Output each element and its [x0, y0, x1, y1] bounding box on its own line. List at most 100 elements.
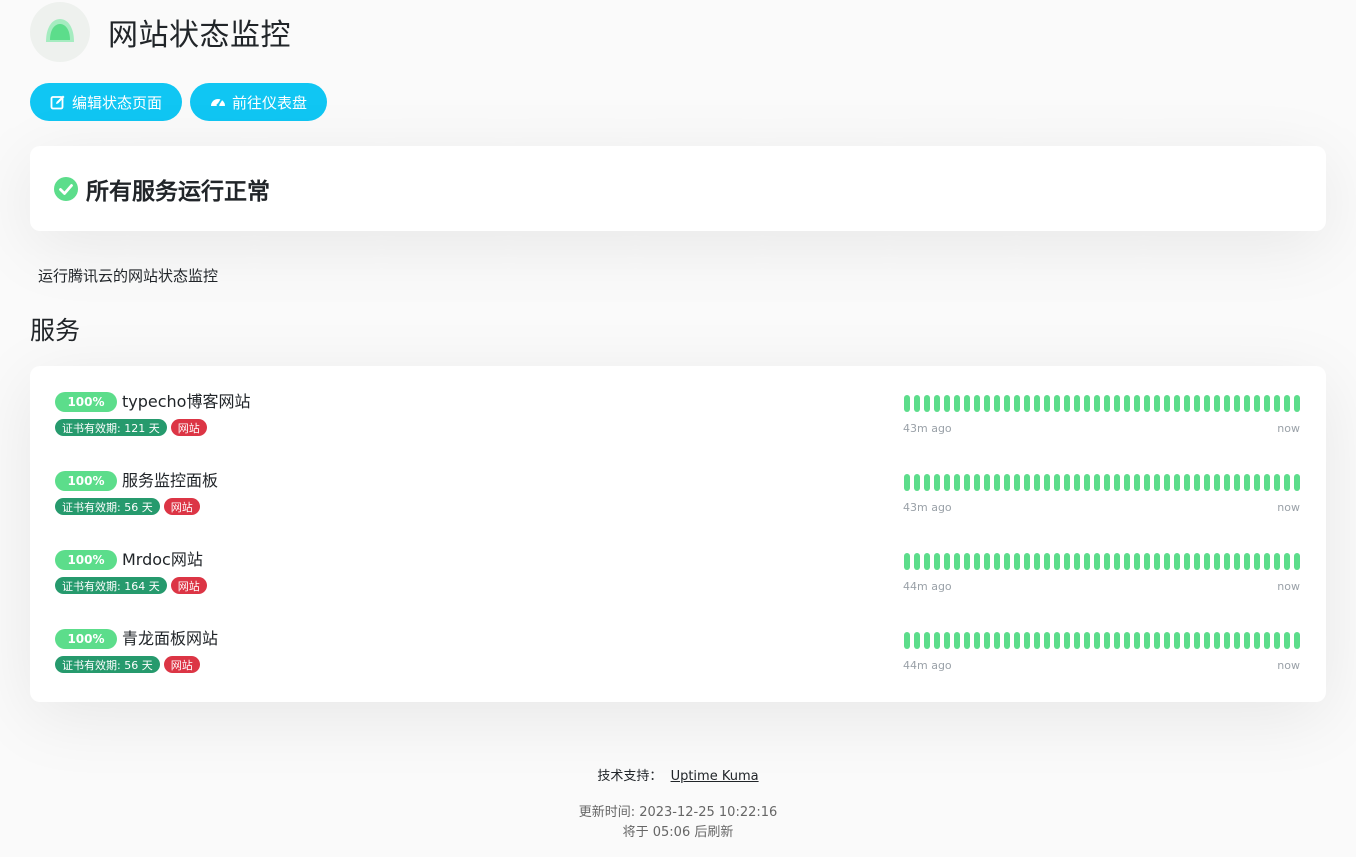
edit-icon: [50, 94, 66, 110]
heartbeat-end-time: now: [1277, 422, 1300, 435]
heartbeat-beat: [1244, 474, 1250, 491]
heartbeat-beat: [974, 395, 980, 412]
heartbeat-start-time: 43m ago: [903, 422, 952, 435]
heartbeat-beat: [1234, 395, 1240, 412]
heartbeat-beat: [1124, 632, 1130, 649]
monitor-row: 100% typecho博客网站 证书有效期: 121 天 网站 43m ago…: [30, 366, 1326, 445]
powered-by-label: 技术支持：: [597, 769, 663, 784]
monitor-type-tag: 网站: [170, 419, 207, 436]
action-bar: 编辑状态页面 前往仪表盘: [30, 83, 328, 121]
page-title: 网站状态监控: [108, 18, 291, 53]
heartbeat-beat: [1034, 395, 1040, 412]
heartbeat-beat: [1194, 395, 1200, 412]
heartbeat-beat: [1014, 395, 1020, 412]
heartbeat-beat: [1254, 395, 1260, 412]
heartbeat-beat: [1104, 474, 1110, 491]
heartbeat-beat: [1134, 553, 1140, 570]
heartbeat-beat: [1004, 395, 1010, 412]
uptime-kuma-link[interactable]: Uptime Kuma: [671, 769, 759, 784]
heartbeat-beat: [1054, 395, 1060, 412]
heartbeat-beat: [914, 474, 920, 491]
monitor-tags: 证书有效期: 56 天 网站: [55, 656, 200, 673]
go-to-dashboard-button[interactable]: 前往仪表盘: [190, 83, 328, 121]
monitor-name[interactable]: Mrdoc网站: [122, 549, 203, 571]
monitor-type-tag: 网站: [163, 498, 200, 515]
heartbeat-beat: [1204, 553, 1210, 570]
powered-by: 技术支持： Uptime Kuma: [0, 766, 1356, 788]
heartbeat-beat: [1074, 632, 1080, 649]
heartbeat-beat: [1204, 395, 1210, 412]
heartbeat-beat: [1234, 632, 1240, 649]
heartbeat-beat: [1234, 474, 1240, 491]
heartbeat-beat: [1224, 474, 1230, 491]
heartbeat-beat: [1024, 553, 1030, 570]
heartbeat-beat: [974, 553, 980, 570]
heartbeat-beat: [1084, 632, 1090, 649]
heartbeat-beat: [1284, 632, 1290, 649]
heartbeat-beat: [1184, 553, 1190, 570]
heartbeat-beat: [964, 395, 970, 412]
heartbeat-beat: [1044, 474, 1050, 491]
monitor-row: 100% 青龙面板网站 证书有效期: 56 天 网站 44m ago now: [30, 603, 1326, 682]
heartbeat-beat: [1004, 474, 1010, 491]
edit-status-page-button[interactable]: 编辑状态页面: [30, 83, 183, 121]
heartbeat-beat: [1134, 474, 1140, 491]
heartbeat-beat: [1154, 395, 1160, 412]
heartbeat-beat: [1264, 474, 1270, 491]
refresh-countdown-text: 将于 05:06 后刷新: [622, 825, 734, 840]
heartbeat-beat: [1154, 474, 1160, 491]
heartbeat-beat: [924, 632, 930, 649]
heartbeat-beat: [944, 474, 950, 491]
uptime-badge: 100%: [55, 629, 117, 649]
heartbeat-beat: [1014, 632, 1020, 649]
heartbeat-beat: [1024, 632, 1030, 649]
heartbeat-beat: [984, 632, 990, 649]
heartbeat-beat: [1224, 553, 1230, 570]
heartbeat-bar: [904, 474, 1300, 491]
heartbeat-beat: [1274, 474, 1280, 491]
heartbeat-beat: [984, 553, 990, 570]
heartbeat-beat: [904, 395, 910, 412]
heartbeat-beat: [1044, 553, 1050, 570]
heartbeat-start-time: 44m ago: [903, 580, 952, 593]
heartbeat-beat: [1284, 395, 1290, 412]
heartbeat-beat: [924, 474, 930, 491]
heartbeat-beat: [1274, 553, 1280, 570]
page-footer: 技术支持： Uptime Kuma 更新时间: 2023-12-25 10:22…: [0, 766, 1356, 843]
heartbeat-beat: [1104, 632, 1110, 649]
heartbeat-beat: [944, 395, 950, 412]
page-header: 网站状态监控: [30, 2, 291, 62]
heartbeat-beat: [914, 632, 920, 649]
monitor-name[interactable]: 青龙面板网站: [122, 628, 218, 650]
edit-status-page-label: 编辑状态页面: [72, 93, 163, 112]
heartbeat-beat: [1074, 395, 1080, 412]
heartbeat-beat: [1264, 553, 1270, 570]
heartbeat-beat: [1064, 395, 1070, 412]
tachometer-icon: [210, 94, 226, 110]
heartbeat-beat: [1144, 395, 1150, 412]
heartbeat-beat: [974, 632, 980, 649]
heartbeat-beat: [944, 632, 950, 649]
heartbeat-start-time: 43m ago: [903, 501, 952, 514]
heartbeat-beat: [1244, 632, 1250, 649]
check-circle-icon: [54, 176, 78, 201]
cert-expiry-tag: 证书有效期: 56 天: [55, 656, 160, 673]
update-info: 更新时间: 2023-12-25 10:22:16 将于 05:06 后刷新: [0, 803, 1356, 843]
heartbeat-beat: [974, 474, 980, 491]
heartbeat-beat: [954, 553, 960, 570]
heartbeat-beat: [1104, 395, 1110, 412]
heartbeat-beat: [914, 395, 920, 412]
heartbeat-beat: [1264, 632, 1270, 649]
heartbeat-beat: [1254, 553, 1260, 570]
heartbeat-beat: [1214, 474, 1220, 491]
heartbeat-beat: [1194, 632, 1200, 649]
heartbeat-beat: [954, 632, 960, 649]
heartbeat-end-time: now: [1277, 659, 1300, 672]
heartbeat-beat: [1004, 553, 1010, 570]
heartbeat-beat: [1224, 632, 1230, 649]
monitor-name[interactable]: 服务监控面板: [122, 470, 218, 492]
heartbeat-bar: [904, 395, 1300, 412]
heartbeat-beat: [1144, 632, 1150, 649]
heartbeat-beat: [1174, 474, 1180, 491]
monitor-name[interactable]: typecho博客网站: [122, 391, 250, 413]
